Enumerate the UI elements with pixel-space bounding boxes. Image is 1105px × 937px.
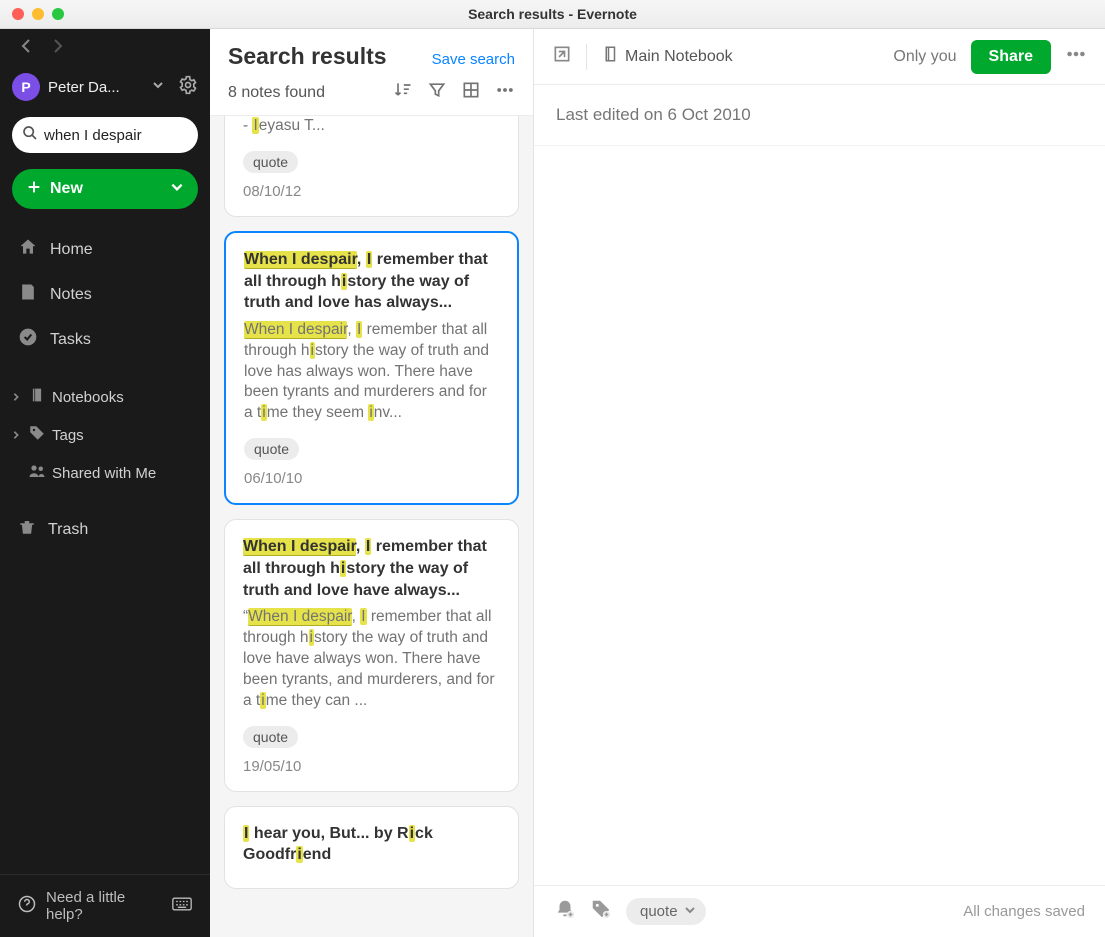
help-label: Need a little help?	[46, 889, 162, 923]
results-title: Search results	[228, 43, 387, 70]
traffic-lights	[0, 8, 64, 20]
sidebar-section-tags[interactable]: Tags	[0, 416, 210, 454]
shared-icon	[28, 462, 46, 484]
notebooks-icon	[28, 386, 46, 408]
card-date: 19/05/10	[243, 758, 500, 775]
sidebar-item-label: Home	[50, 241, 93, 259]
footer-tag-chip[interactable]: quote	[626, 898, 706, 925]
plus-icon	[26, 179, 42, 200]
result-card-selected[interactable]: When I despair, I remember that all thro…	[224, 231, 519, 505]
notes-found-label: 8 notes found	[228, 84, 325, 102]
trash-icon	[18, 518, 36, 541]
divider	[586, 44, 587, 70]
sidebar-item-notes[interactable]: Notes	[0, 272, 210, 317]
card-tag[interactable]: quote	[243, 151, 298, 173]
titlebar: Search results - Evernote	[0, 0, 1105, 29]
avatar: P	[12, 73, 40, 101]
search-input-pill[interactable]: ✕	[12, 117, 198, 153]
chevron-down-icon	[684, 903, 696, 920]
sort-icon[interactable]	[393, 80, 413, 105]
share-button[interactable]: Share	[971, 40, 1051, 74]
note-body[interactable]	[534, 146, 1105, 885]
note-footer: quote All changes saved	[534, 885, 1105, 937]
help-row[interactable]: Need a little help?	[0, 874, 210, 937]
sidebar-section-shared[interactable]: Shared with Me	[0, 454, 210, 492]
tasks-icon	[18, 327, 38, 352]
sidebar-item-trash[interactable]: Trash	[0, 508, 210, 551]
add-reminder-icon[interactable]	[554, 898, 576, 925]
minimize-window-button[interactable]	[32, 8, 44, 20]
card-tag[interactable]: quote	[244, 438, 299, 460]
view-icon[interactable]	[461, 80, 481, 105]
save-search-link[interactable]: Save search	[432, 51, 515, 68]
sidebar-item-tasks[interactable]: Tasks	[0, 317, 210, 362]
sidebar-section-label: Tags	[52, 427, 84, 444]
nav-arrows	[0, 29, 210, 67]
sidebar-item-label: Tasks	[50, 331, 91, 349]
result-card[interactable]: When I despair, I remember that all thro…	[224, 519, 519, 791]
last-edited-label: Last edited on 6 Oct 2010	[534, 85, 1105, 146]
maximize-window-button[interactable]	[52, 8, 64, 20]
result-card[interactable]: - Ieyasu T... quote 08/10/12	[224, 116, 519, 217]
card-title: When I despair, I remember that all thro…	[244, 249, 499, 314]
sidebar-section-label: Notebooks	[52, 389, 124, 406]
more-icon[interactable]	[495, 80, 515, 105]
notebook-icon	[601, 45, 619, 68]
sidebar-section-label: Shared with Me	[52, 465, 156, 482]
results-column: Search results Save search 8 notes found	[210, 29, 534, 937]
nav-forward-button[interactable]	[52, 38, 64, 59]
card-snippet: “When I despair, I remember that all thr…	[243, 607, 500, 712]
search-icon	[22, 125, 38, 146]
new-button[interactable]: New	[12, 169, 198, 209]
card-snippet: When I despair, I remember that all thro…	[244, 320, 499, 425]
notebook-name: Main Notebook	[625, 48, 733, 66]
results-header: Search results Save search 8 notes found	[210, 29, 533, 116]
notebook-chip[interactable]: Main Notebook	[601, 45, 733, 68]
settings-icon[interactable]	[178, 75, 198, 100]
chevron-right-icon	[10, 392, 22, 402]
user-name: Peter Da...	[48, 79, 144, 96]
user-menu-chevron-icon	[152, 78, 164, 96]
close-window-button[interactable]	[12, 8, 24, 20]
home-icon	[18, 237, 38, 262]
window-title: Search results - Evernote	[0, 6, 1105, 22]
notes-icon	[18, 282, 38, 307]
new-button-chevron-icon	[170, 180, 184, 199]
expand-icon[interactable]	[552, 44, 572, 69]
nav-back-button[interactable]	[20, 38, 32, 59]
results-list[interactable]: - Ieyasu T... quote 08/10/12 When I desp…	[210, 116, 533, 937]
card-tag[interactable]: quote	[243, 726, 298, 748]
result-card[interactable]: I hear you, But... by Rick Goodfriend	[224, 806, 519, 889]
note-toolbar: Main Notebook Only you Share	[534, 29, 1105, 85]
new-button-label: New	[50, 180, 83, 198]
sidebar-section-notebooks[interactable]: Notebooks	[0, 378, 210, 416]
only-you-label[interactable]: Only you	[893, 48, 956, 66]
tag-icon	[28, 424, 46, 446]
sidebar-item-label: Trash	[48, 521, 88, 539]
note-more-icon[interactable]	[1065, 43, 1087, 70]
help-icon	[18, 895, 36, 917]
sidebar: P Peter Da... ✕ New	[0, 29, 210, 937]
save-status: All changes saved	[963, 903, 1085, 920]
sidebar-item-label: Notes	[50, 286, 92, 304]
keyboard-icon[interactable]	[172, 897, 192, 915]
footer-tag-label: quote	[640, 903, 678, 920]
card-snippet: - Ieyasu T...	[243, 116, 500, 137]
user-row[interactable]: P Peter Da...	[0, 67, 210, 111]
card-title: When I despair, I remember that all thro…	[243, 536, 500, 601]
card-title: I hear you, But... by Rick Goodfriend	[243, 823, 500, 866]
note-pane: Main Notebook Only you Share Last edited…	[534, 29, 1105, 937]
sidebar-item-home[interactable]: Home	[0, 227, 210, 272]
chevron-right-icon	[10, 430, 22, 440]
card-date: 08/10/12	[243, 183, 500, 200]
card-date: 06/10/10	[244, 470, 499, 487]
filter-icon[interactable]	[427, 80, 447, 105]
add-tag-icon[interactable]	[590, 898, 612, 925]
